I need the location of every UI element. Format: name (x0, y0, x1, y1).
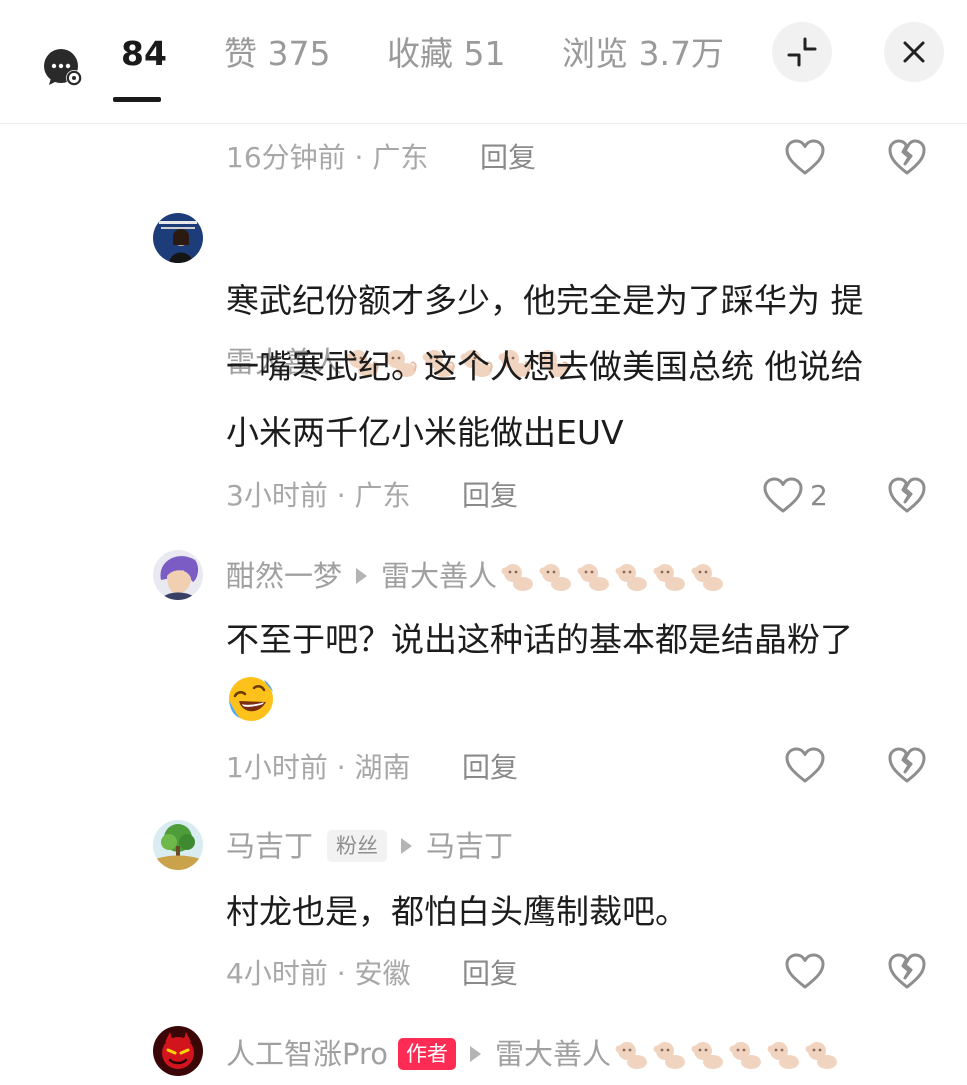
monkey-emoji-icon (653, 564, 686, 591)
monkey-emoji-icon (691, 1042, 724, 1069)
comment-author-line: 人工智涨Pro 作者 雷大善人 (226, 1034, 843, 1074)
tab-favorites[interactable]: 收藏 51 (387, 32, 505, 76)
fan-badge: 粉丝 (327, 830, 388, 862)
comment-header: 84 赞 375 收藏 51 浏览 3.7万 (0, 0, 967, 124)
comment-text-line: 村龙也是，都怕白头鹰制裁吧。 (226, 892, 688, 931)
comment-settings-icon[interactable] (43, 48, 83, 88)
monkey-emoji-icon (615, 564, 648, 591)
monkey-emoji-icon (577, 564, 610, 591)
avatar[interactable] (153, 213, 203, 263)
reply-button[interactable]: 回复 (480, 140, 536, 176)
avatar[interactable] (153, 550, 203, 600)
comment-text: 不至于吧？说出这种话的基本都是结晶粉了 (226, 607, 926, 673)
monkey-emoji-icon (805, 1042, 838, 1069)
close-icon (903, 41, 925, 63)
tab-likes[interactable]: 赞 375 (224, 32, 330, 76)
comment-text-line: 不至于吧？说出这种话的基本都是结晶粉了 (226, 620, 853, 659)
comment-meta: 1小时前 · 湖南 (226, 751, 411, 784)
collapse-icon (787, 37, 817, 67)
reply-arrow-icon (470, 1046, 482, 1062)
like-count: 2 (810, 479, 828, 512)
reply-button[interactable]: 回复 (462, 956, 518, 992)
comment-meta: 4小时前 · 安徽 (226, 957, 411, 990)
comment-author-line: 马吉丁 粉丝 马吉丁 (226, 826, 513, 866)
monkey-emoji-row (501, 559, 729, 593)
monkey-emoji-icon (767, 1042, 800, 1069)
comment-text-line: 寒武纪份额才多少，他完全是为了踩华为 提 (226, 281, 864, 320)
broken-heart-icon[interactable] (887, 476, 927, 514)
monkey-emoji-icon (691, 564, 724, 591)
monkey-emoji-icon (615, 1042, 648, 1069)
comment-text: 村龙也是，都怕白头鹰制裁吧。 (226, 879, 926, 945)
tab-views[interactable]: 浏览 3.7万 (562, 32, 724, 76)
reply-arrow-icon (356, 568, 368, 584)
comment-author[interactable]: 酣然一梦 (226, 556, 342, 596)
broken-heart-icon[interactable] (887, 746, 927, 784)
broken-heart-icon[interactable] (887, 952, 927, 990)
avatar[interactable] (153, 820, 203, 870)
comment-list: 16分钟前 · 广东 回复 雷大善人 寒武纪份额才多少，他完全是为了踩华为 提 … (0, 124, 967, 1085)
comment-author[interactable]: 人工智涨Pro (226, 1034, 388, 1074)
monkey-emoji-icon (729, 1042, 762, 1069)
broken-heart-icon[interactable] (887, 138, 927, 176)
active-tab-indicator (113, 97, 161, 102)
comment-text-line: 一嘴寒武纪。这个人想去做美国总统 他说给 (226, 347, 864, 386)
close-button[interactable] (884, 22, 944, 82)
comment-meta: 16分钟前 · 广东 (226, 141, 429, 174)
comment-author[interactable]: 马吉丁 (226, 826, 313, 866)
reply-arrow-icon (401, 838, 413, 854)
author-badge: 作者 (398, 1038, 457, 1070)
reply-to-user[interactable]: 马吉丁 (426, 826, 513, 866)
tab-comments[interactable]: 84 (121, 32, 167, 76)
monkey-emoji-icon (539, 564, 572, 591)
reply-button[interactable]: 回复 (462, 750, 518, 786)
heart-icon[interactable] (784, 952, 826, 990)
heart-icon[interactable] (784, 138, 826, 176)
heart-icon[interactable] (784, 746, 826, 784)
reply-to-user[interactable]: 雷大善人 (381, 556, 497, 596)
monkey-emoji-icon (501, 564, 534, 591)
monkey-emoji-icon (653, 1042, 686, 1069)
collapse-button[interactable] (772, 22, 832, 82)
comment-author-line: 酣然一梦 雷大善人 (226, 556, 729, 596)
comment-text: 寒武纪份额才多少，他完全是为了踩华为 提 一嘴寒武纪。这个人想去做美国总统 他说… (226, 268, 926, 466)
laughing-crying-emoji-icon (229, 677, 273, 721)
comment-meta: 3小时前 · 广东 (226, 479, 411, 512)
comment-text-line: 小米两千亿小米能做出EUV (226, 413, 624, 452)
monkey-emoji-row (615, 1037, 843, 1071)
avatar[interactable] (153, 1026, 203, 1076)
reply-to-user[interactable]: 雷大善人 (495, 1034, 611, 1074)
reply-button[interactable]: 回复 (462, 478, 518, 514)
heart-icon[interactable] (762, 476, 804, 514)
